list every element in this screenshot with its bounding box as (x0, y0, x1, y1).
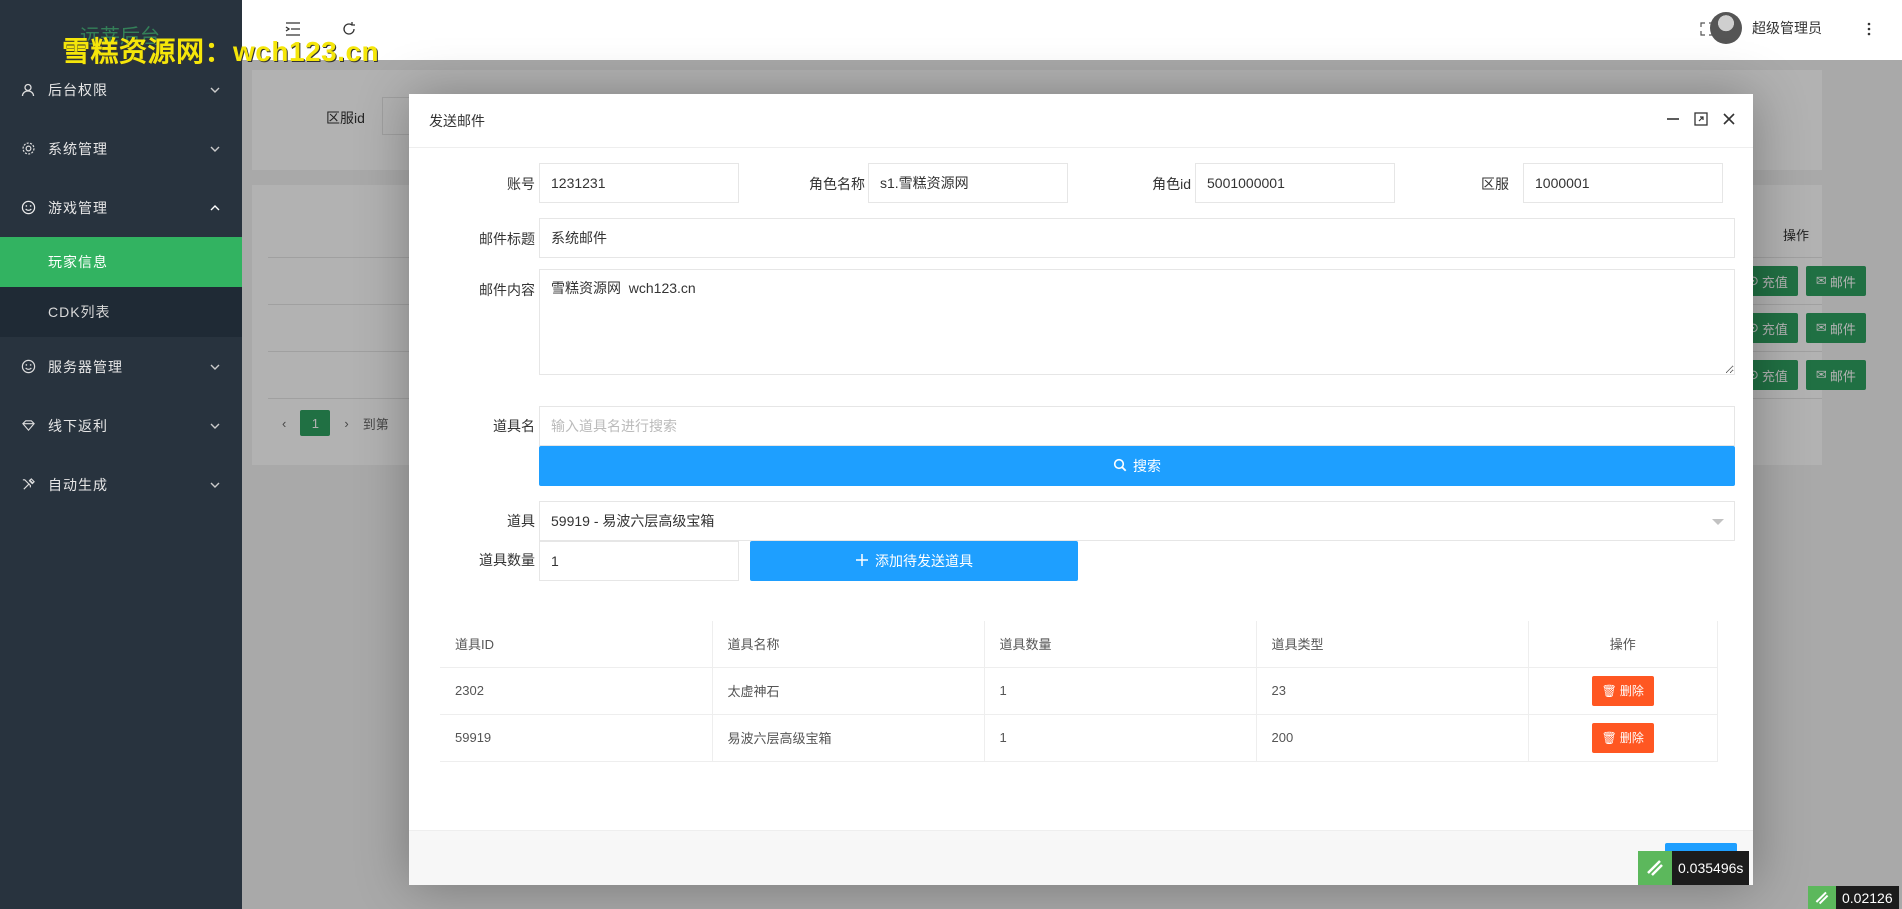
account-input[interactable]: 1231231 (539, 163, 739, 203)
sidebar-item-server[interactable]: 服务器管理 (0, 337, 242, 396)
chevron-down-icon (208, 83, 222, 97)
mail-title-input[interactable]: 系统邮件 (539, 218, 1735, 258)
search-button-label: 搜索 (1133, 458, 1161, 474)
timer-value: 0.035496s (1678, 860, 1744, 876)
load-timer: 0.035496s (1638, 851, 1750, 885)
role-name-label: 角色名称 (809, 176, 865, 192)
chevron-down-icon (208, 142, 222, 156)
dialog-header: 发送邮件 (409, 94, 1753, 148)
dialog-tools (1665, 111, 1737, 127)
chevron-down-icon (208, 360, 222, 374)
chevron-down-icon (208, 478, 222, 492)
item-select-value: 59919 - 易波六层高级宝箱 (551, 513, 715, 529)
item-id-cell: 2302 (440, 667, 713, 715)
item-name-cell: 太虚神石 (712, 667, 985, 715)
load-timer: 0.02126 (1808, 886, 1899, 909)
search-button[interactable]: 搜索 (539, 446, 1735, 486)
delete-label: 删除 (1619, 684, 1644, 698)
search-icon (1113, 458, 1127, 475)
column-header: 操作 (1528, 621, 1718, 668)
sidebar-item-auto-generate[interactable]: 自动生成 (0, 455, 242, 514)
sidebar-item-label: 自动生成 (48, 476, 108, 493)
delete-button[interactable]: 🗑 删除 (1591, 675, 1654, 706)
server-input[interactable]: 1000001 (1523, 163, 1723, 203)
item-count-label: 道具数量 (479, 552, 535, 568)
delete-label: 删除 (1619, 731, 1644, 745)
send-mail-dialog: 发送邮件 账号 1231231 角色名称 s1.雪糕资源网 角色id 50010… (409, 94, 1753, 885)
role-id-label: 角色id (1152, 176, 1191, 192)
mail-title-label: 邮件标题 (479, 231, 535, 247)
server-label: 区服 (1481, 176, 1509, 192)
item-name-label: 道具名 (493, 418, 535, 434)
tools-icon (20, 477, 36, 493)
items-table: 道具ID 道具名称 道具数量 道具类型 操作 2302 太虚神石 1 23 🗑 … (440, 621, 1718, 762)
column-header: 道具数量 (984, 621, 1257, 668)
add-item-button-label: 添加待发送道具 (875, 553, 973, 569)
gear-icon (20, 141, 36, 157)
table-header-row: 道具ID 道具名称 道具数量 道具类型 操作 (440, 621, 1718, 668)
sidebar-item-rebate[interactable]: 线下返利 (0, 396, 242, 455)
more-vertical-icon[interactable] (1856, 16, 1882, 42)
sidebar-item-cdk-list[interactable]: CDK列表 (0, 287, 242, 337)
sidebar-item-label: 系统管理 (48, 140, 108, 157)
item-count-cell: 1 (984, 714, 1257, 762)
timer-value: 0.02126 (1842, 889, 1893, 906)
sidebar-item-game[interactable]: 游戏管理 (0, 178, 242, 237)
chevron-down-icon (208, 419, 222, 433)
item-label: 道具 (507, 513, 535, 529)
action-cell: 🗑 删除 (1528, 714, 1718, 762)
top-header: 超级管理员 (242, 0, 1902, 60)
sidebar-item-label: 线下返利 (48, 417, 108, 434)
column-header: 道具名称 (712, 621, 985, 668)
watermark: 雪糕资源网：wch123.cn (62, 36, 380, 67)
add-item-button[interactable]: 添加待发送道具 (750, 541, 1078, 581)
smile-icon (20, 359, 36, 375)
delete-button[interactable]: 🗑 删除 (1591, 722, 1654, 753)
chevron-down-icon (1712, 519, 1724, 525)
item-id-cell: 59919 (440, 714, 713, 762)
sidebar-item-label: 游戏管理 (48, 199, 108, 216)
sidebar-item-player-info[interactable]: 玩家信息 (0, 237, 242, 287)
sidebar: 远莘后台 后台权限 系统管理 游戏管理 玩家信息 CDK列表 服务器管理 线下返… (0, 0, 242, 909)
action-cell: 🗑 删除 (1528, 667, 1718, 715)
item-search-input[interactable]: 输入道具名进行搜索 (539, 406, 1735, 446)
smile-icon (20, 200, 36, 216)
trash-icon: 🗑 (1601, 683, 1617, 698)
sidebar-item-label: 后台权限 (48, 81, 108, 98)
item-type-cell: 200 (1256, 714, 1529, 762)
trash-icon: 🗑 (1601, 730, 1617, 745)
username: 超级管理员 (1752, 20, 1822, 36)
timer-logo-icon (1638, 851, 1672, 885)
timer-logo-icon (1808, 886, 1836, 909)
item-name-cell: 易波六层高级宝箱 (712, 714, 985, 762)
item-type-cell: 23 (1256, 667, 1529, 715)
sidebar-submenu-game: 玩家信息 CDK列表 (0, 237, 242, 337)
dialog-title: 发送邮件 (429, 112, 485, 129)
minimize-icon[interactable] (1665, 111, 1681, 127)
role-id-input[interactable]: 5001000001 (1195, 163, 1395, 203)
plus-icon (855, 553, 869, 570)
column-header: 道具ID (440, 621, 713, 668)
sidebar-item-system[interactable]: 系统管理 (0, 119, 242, 178)
dialog-footer (409, 830, 1753, 885)
maximize-icon[interactable] (1693, 111, 1709, 127)
avatar (1710, 12, 1742, 44)
sidebar-item-label: 服务器管理 (48, 358, 123, 375)
mail-content-label: 邮件内容 (479, 282, 535, 298)
item-select[interactable]: 59919 - 易波六层高级宝箱 (539, 501, 1735, 541)
user-icon (20, 82, 36, 98)
table-row: 59919 易波六层高级宝箱 1 200 🗑 删除 (440, 714, 1718, 762)
column-header: 道具类型 (1256, 621, 1529, 668)
account-label: 账号 (507, 176, 535, 192)
role-name-input[interactable]: s1.雪糕资源网 (868, 163, 1068, 203)
user-menu[interactable]: 超级管理员 (1710, 12, 1822, 44)
item-count-input[interactable]: 1 (539, 541, 739, 581)
chevron-up-icon (208, 201, 222, 215)
table-row: 2302 太虚神石 1 23 🗑 删除 (440, 667, 1718, 715)
close-icon[interactable] (1721, 111, 1737, 127)
item-count-cell: 1 (984, 667, 1257, 715)
mail-content-textarea[interactable]: 雪糕资源网 wch123.cn (539, 269, 1735, 375)
diamond-icon (20, 418, 36, 434)
